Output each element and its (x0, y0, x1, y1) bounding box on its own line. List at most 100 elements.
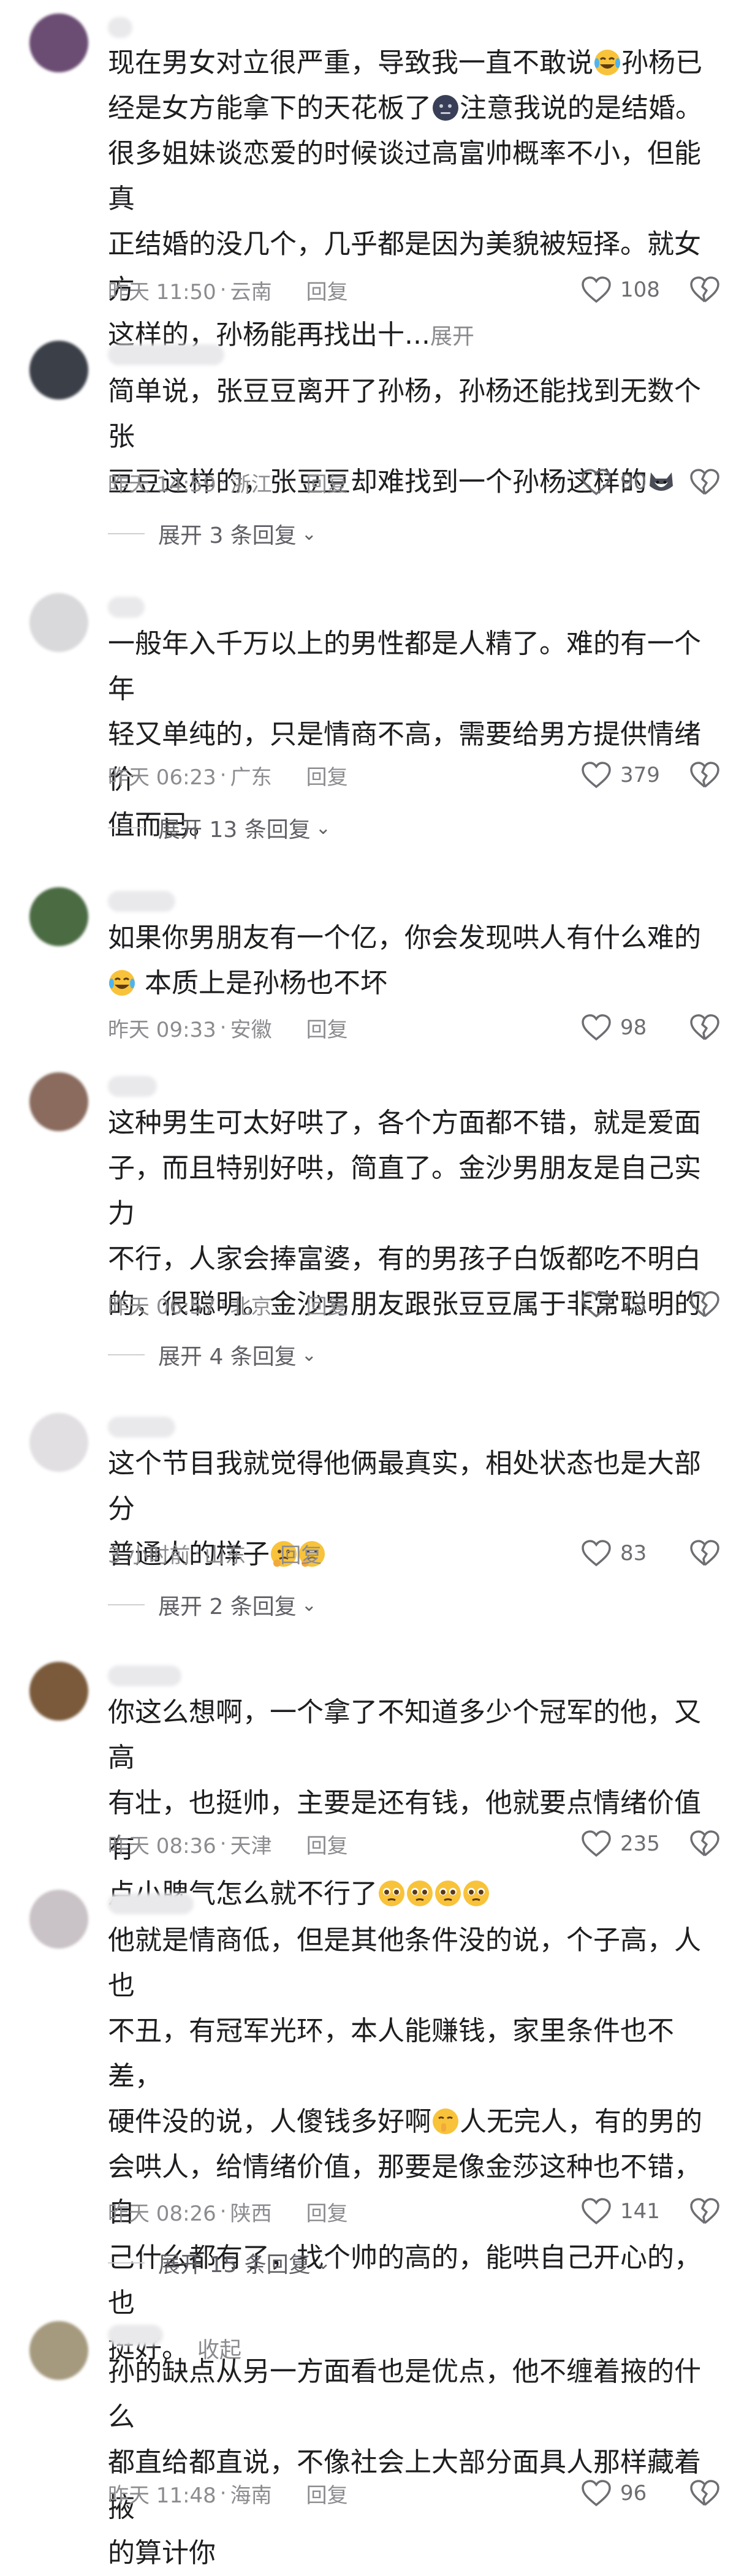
expand-replies-label: 展开 13 条回复 (158, 817, 311, 843)
chevron-down-icon: ⌄ (315, 817, 331, 839)
username-blurred[interactable] (108, 344, 224, 365)
expand-replies-label: 展开 4 条回复 (158, 1344, 297, 1369)
expand-replies-button[interactable]: 展开 13 条回复 ⌄ (108, 813, 331, 843)
heart-icon (582, 1540, 611, 1567)
broken-heart-icon (690, 2198, 719, 2224)
username-blurred[interactable] (108, 1893, 194, 1914)
dislike-button[interactable] (689, 2196, 721, 2227)
comment-location: 陕西 (230, 2201, 272, 2226)
chevron-down-icon: ⌄ (315, 2252, 331, 2274)
expand-replies-label: 展开 15 条回复 (158, 2252, 311, 2278)
pleading-face-emoji-icon (435, 1881, 461, 1906)
reply-button[interactable]: 回复 (306, 1013, 348, 1043)
heart-icon (582, 2198, 611, 2225)
comment-time: 昨天 09:33 (108, 1017, 216, 1042)
reply-button[interactable]: 回复 (306, 275, 348, 305)
broken-heart-icon (690, 1014, 719, 1040)
comment-time: 昨天 06:57 (108, 1294, 216, 1319)
comment-location: 广东 (230, 765, 272, 790)
avatar[interactable] (29, 593, 88, 652)
avatar[interactable] (29, 1890, 88, 1949)
broken-heart-icon (690, 1291, 719, 1317)
avatar[interactable] (29, 1662, 88, 1721)
comment-meta: 昨天 06:57 · 北京 回复 (108, 1289, 348, 1320)
like-button[interactable]: 73 (581, 1289, 647, 1320)
comment-text: 你这么想啊，一个拿了不知道多少个冠军的他，又高 有壮，也挺帅，主要是还有钱，他就… (108, 1697, 701, 1909)
comment-location: 安徽 (230, 1017, 272, 1042)
heart-icon (582, 469, 611, 496)
comment-meta: 昨天 06:23 · 广东 回复 (108, 760, 348, 790)
comment-time: 昨天 11:50 (108, 279, 216, 305)
heart-icon (582, 276, 611, 303)
divider-line (108, 827, 145, 828)
pleading-face-emoji-icon (407, 1881, 433, 1906)
comment-text: 现在男女对立很严重，导致我一直不敢说 孙杨已 经是女方能拿下的天花板了 注意我说的是… (108, 47, 702, 350)
reply-button[interactable]: 回复 (306, 1290, 348, 1320)
expand-replies-button[interactable]: 展开 2 条回复 ⌄ (108, 1589, 317, 1620)
dislike-button[interactable] (689, 1828, 721, 1859)
comment-location: 浙江 (230, 472, 272, 497)
comment-time: 昨天 08:36 (108, 1833, 216, 1858)
like-button[interactable]: 98 (581, 1012, 647, 1043)
avatar[interactable] (29, 1413, 88, 1472)
like-button[interactable]: 108 (581, 275, 660, 305)
dislike-button[interactable] (689, 275, 721, 305)
reply-button[interactable]: 回复 (306, 468, 348, 498)
like-button[interactable]: 141 (581, 2196, 660, 2227)
heart-icon (582, 1291, 611, 1318)
comment-location: 天津 (230, 1833, 272, 1858)
expand-replies-button[interactable]: 展开 15 条回复 ⌄ (108, 2248, 331, 2278)
like-button[interactable]: 379 (581, 760, 660, 790)
avatar[interactable] (29, 2321, 88, 2380)
comment-meta: 3 小时前 · 山东 回复 (108, 1538, 322, 1569)
avatar[interactable] (29, 887, 88, 946)
username-blurred[interactable] (108, 597, 145, 618)
comment-time: 昨天 14:59 (108, 472, 216, 497)
dislike-button[interactable] (689, 2478, 721, 2509)
dislike-button[interactable] (689, 1538, 721, 1569)
pleading-face-emoji-icon (463, 1881, 489, 1906)
dislike-button[interactable] (689, 760, 721, 790)
comment-location: 海南 (230, 2483, 272, 2508)
comment-time: 3 小时前 (108, 1543, 191, 1568)
expand-replies-button[interactable]: 展开 4 条回复 ⌄ (108, 1339, 317, 1370)
heart-icon (582, 2480, 611, 2507)
like-button[interactable]: 235 (581, 1828, 660, 1859)
like-count: 141 (620, 2199, 660, 2224)
chevron-down-icon: ⌄ (301, 523, 317, 545)
like-button[interactable]: 96 (581, 2478, 647, 2509)
like-button[interactable]: 90 (581, 467, 647, 498)
like-count: 108 (620, 278, 660, 302)
username-blurred[interactable] (108, 1076, 157, 1097)
username-blurred[interactable] (108, 1665, 181, 1686)
like-button[interactable]: 83 (581, 1538, 647, 1569)
broken-heart-icon (690, 469, 719, 495)
comment-text: 他就是情商低，但是其他条件没的说，个子高，人也 不丑，有冠军光环，本人能赚钱，家… (108, 1925, 702, 2364)
username-blurred[interactable] (108, 2325, 163, 2346)
heart-icon (582, 1014, 611, 1041)
reply-button[interactable]: 回复 (306, 2197, 348, 2227)
dark-face-emoji-icon (433, 95, 458, 121)
username-blurred[interactable] (108, 891, 175, 912)
like-count: 96 (620, 2481, 647, 2506)
reply-button[interactable]: 回复 (306, 2479, 348, 2509)
avatar[interactable] (29, 13, 88, 72)
avatar[interactable] (29, 341, 88, 400)
username-blurred[interactable] (108, 1417, 175, 1438)
like-count: 73 (620, 1292, 647, 1317)
dislike-button[interactable] (689, 1012, 721, 1043)
avatar[interactable] (29, 1072, 88, 1131)
broken-heart-icon (690, 1540, 719, 1566)
reply-button[interactable]: 回复 (306, 1829, 348, 1859)
expand-replies-button[interactable]: 展开 3 条回复 ⌄ (108, 518, 317, 549)
username-blurred[interactable] (108, 17, 132, 38)
dislike-button[interactable] (689, 467, 721, 498)
dislike-button[interactable] (689, 1289, 721, 1320)
expand-text-link[interactable]: 展开 (430, 324, 474, 349)
husky-emoji-icon (650, 472, 673, 491)
reply-button[interactable]: 回复 (306, 760, 348, 790)
laugh-cry-emoji-icon (109, 970, 135, 996)
broken-heart-icon (690, 762, 719, 788)
comment-text: 如果你男朋友有一个亿，你会发现哄人有什么难的 本质上是孙杨也不坏 (108, 922, 701, 999)
reply-button[interactable]: 回复 (280, 1539, 322, 1569)
